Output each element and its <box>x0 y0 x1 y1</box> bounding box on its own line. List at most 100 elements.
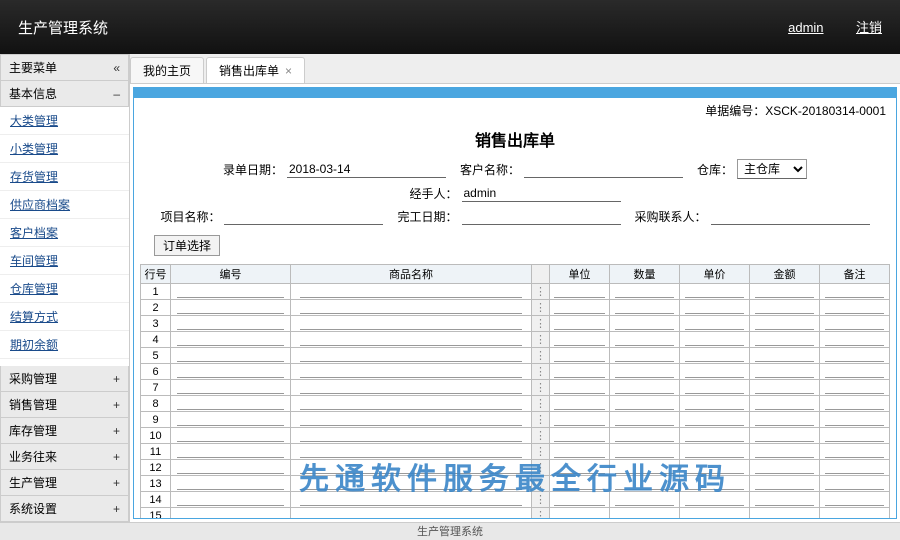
grid-cell-input[interactable] <box>615 445 675 458</box>
grid-cell-input[interactable] <box>685 509 745 519</box>
grid-cell-input[interactable] <box>825 333 885 346</box>
sidebar-item[interactable]: 大类管理 <box>0 107 129 135</box>
grid-cell-input[interactable] <box>685 429 745 442</box>
grid-cell-input[interactable] <box>554 333 604 346</box>
row-picker-icon[interactable]: ⋮ <box>532 492 550 508</box>
row-picker-icon[interactable]: ⋮ <box>532 396 550 412</box>
grid-cell-input[interactable] <box>685 301 745 314</box>
grid-cell-input[interactable] <box>554 509 604 519</box>
grid-cell-input[interactable] <box>300 429 522 442</box>
grid-cell-input[interactable] <box>554 413 604 426</box>
row-picker-icon[interactable]: ⋮ <box>532 412 550 428</box>
grid-cell-input[interactable] <box>615 333 675 346</box>
grid-cell-input[interactable] <box>755 445 815 458</box>
sidebar-header[interactable]: 主要菜单 « <box>0 54 129 81</box>
user-link[interactable]: admin <box>788 20 823 35</box>
sidebar-section[interactable]: 生产管理+ <box>0 470 129 496</box>
grid-cell-input[interactable] <box>300 333 522 346</box>
grid-cell-input[interactable] <box>825 349 885 362</box>
grid-cell-input[interactable] <box>825 397 885 410</box>
grid-cell-input[interactable] <box>615 381 675 394</box>
grid-cell-input[interactable] <box>177 301 284 314</box>
close-icon[interactable]: × <box>285 64 292 78</box>
grid-cell-input[interactable] <box>300 365 522 378</box>
grid-cell-input[interactable] <box>177 477 284 490</box>
row-picker-icon[interactable]: ⋮ <box>532 508 550 520</box>
grid-cell-input[interactable] <box>300 477 522 490</box>
grid-cell-input[interactable] <box>615 301 675 314</box>
grid-cell-input[interactable] <box>755 365 815 378</box>
grid-cell-input[interactable] <box>615 365 675 378</box>
grid-cell-input[interactable] <box>685 477 745 490</box>
grid-cell-input[interactable] <box>615 349 675 362</box>
grid-cell-input[interactable] <box>300 285 522 298</box>
grid-cell-input[interactable] <box>615 285 675 298</box>
sidebar-item[interactable]: 客户档案 <box>0 219 129 247</box>
grid-cell-input[interactable] <box>685 317 745 330</box>
grid-cell-input[interactable] <box>825 285 885 298</box>
grid-cell-input[interactable] <box>177 333 284 346</box>
handler-input[interactable] <box>462 185 621 202</box>
customer-input[interactable] <box>524 161 683 178</box>
grid-cell-input[interactable] <box>300 509 522 519</box>
grid-cell-input[interactable] <box>300 381 522 394</box>
grid-cell-input[interactable] <box>825 445 885 458</box>
sidebar-section[interactable]: 库存管理+ <box>0 418 129 444</box>
grid-cell-input[interactable] <box>554 461 604 474</box>
grid-cell-input[interactable] <box>685 493 745 506</box>
grid-cell-input[interactable] <box>685 445 745 458</box>
grid-cell-input[interactable] <box>755 429 815 442</box>
grid-cell-input[interactable] <box>615 477 675 490</box>
grid-cell-input[interactable] <box>300 397 522 410</box>
grid-cell-input[interactable] <box>615 461 675 474</box>
grid-cell-input[interactable] <box>615 429 675 442</box>
grid-cell-input[interactable] <box>755 317 815 330</box>
grid-cell-input[interactable] <box>177 445 284 458</box>
sidebar-item[interactable]: 供应商档案 <box>0 191 129 219</box>
grid-cell-input[interactable] <box>755 333 815 346</box>
grid-cell-input[interactable] <box>755 349 815 362</box>
row-picker-icon[interactable]: ⋮ <box>532 364 550 380</box>
sidebar-section-basic[interactable]: 基本信息 – <box>0 81 129 107</box>
grid-cell-input[interactable] <box>755 301 815 314</box>
grid-cell-input[interactable] <box>755 397 815 410</box>
grid-cell-input[interactable] <box>755 285 815 298</box>
grid-cell-input[interactable] <box>825 413 885 426</box>
grid-cell-input[interactable] <box>554 493 604 506</box>
grid-cell-input[interactable] <box>177 429 284 442</box>
grid-cell-input[interactable] <box>825 477 885 490</box>
sidebar-item[interactable]: 期初余额 <box>0 331 129 359</box>
sidebar-item[interactable]: 仓库管理 <box>0 275 129 303</box>
grid-cell-input[interactable] <box>177 461 284 474</box>
purchaser-input[interactable] <box>711 208 870 225</box>
grid-cell-input[interactable] <box>825 429 885 442</box>
grid-cell-input[interactable] <box>554 477 604 490</box>
grid-cell-input[interactable] <box>755 509 815 519</box>
sidebar-item[interactable]: 结算方式 <box>0 303 129 331</box>
tab[interactable]: 销售出库单× <box>206 57 305 83</box>
row-picker-icon[interactable]: ⋮ <box>532 444 550 460</box>
grid-cell-input[interactable] <box>554 445 604 458</box>
sidebar-section[interactable]: 采购管理+ <box>0 366 129 392</box>
grid-cell-input[interactable] <box>825 301 885 314</box>
grid-cell-input[interactable] <box>177 381 284 394</box>
grid-cell-input[interactable] <box>177 397 284 410</box>
sidebar-section[interactable]: 业务往来+ <box>0 444 129 470</box>
sidebar-section[interactable]: 系统设置+ <box>0 496 129 522</box>
grid-cell-input[interactable] <box>825 317 885 330</box>
grid-cell-input[interactable] <box>615 317 675 330</box>
grid-cell-input[interactable] <box>177 285 284 298</box>
grid-cell-input[interactable] <box>615 509 675 519</box>
grid-cell-input[interactable] <box>685 349 745 362</box>
grid-cell-input[interactable] <box>755 381 815 394</box>
grid-cell-input[interactable] <box>554 381 604 394</box>
row-picker-icon[interactable]: ⋮ <box>532 476 550 492</box>
grid-cell-input[interactable] <box>755 493 815 506</box>
grid-cell-input[interactable] <box>554 317 604 330</box>
sidebar-item[interactable]: 车间管理 <box>0 247 129 275</box>
grid-cell-input[interactable] <box>825 365 885 378</box>
grid-cell-input[interactable] <box>755 413 815 426</box>
finish-date-input[interactable] <box>462 208 621 225</box>
grid-cell-input[interactable] <box>554 349 604 362</box>
grid-cell-input[interactable] <box>177 493 284 506</box>
